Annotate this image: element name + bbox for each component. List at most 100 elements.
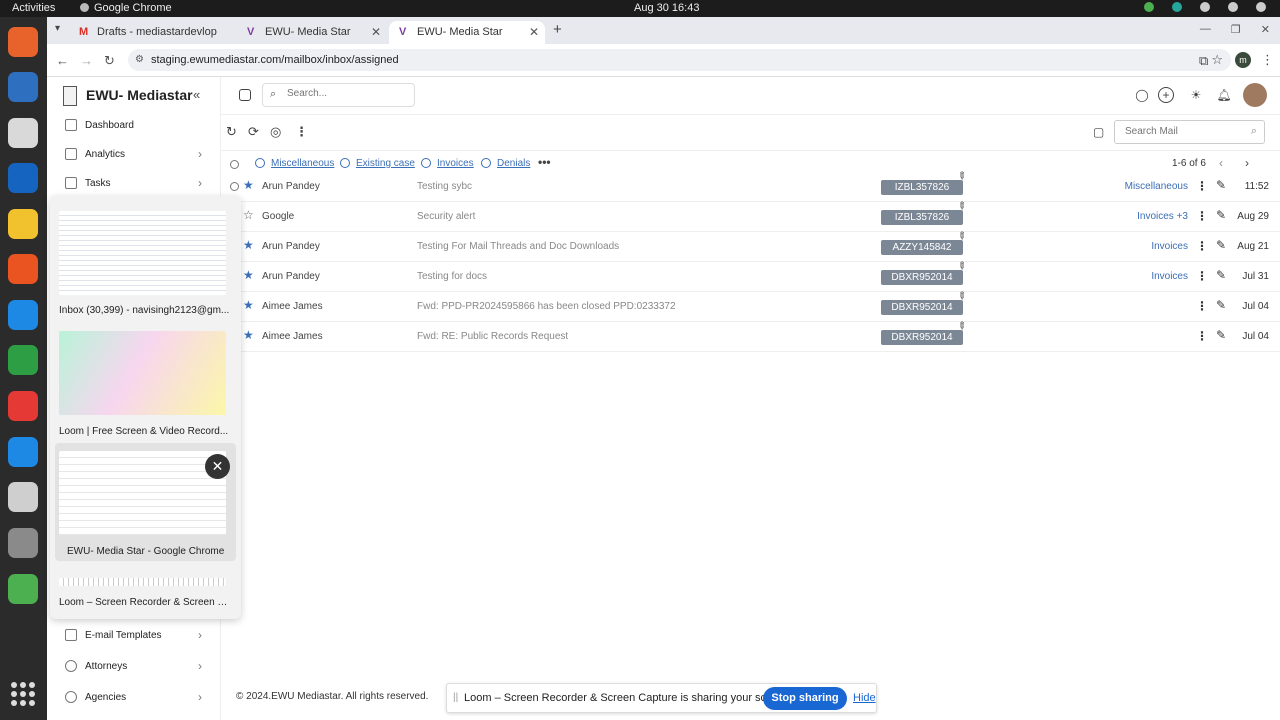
close-window-icon[interactable]: ✕ <box>205 454 230 479</box>
system-tray[interactable] <box>1144 2 1266 12</box>
case-tag[interactable]: DBXR952014 <box>881 300 963 315</box>
prev-page-icon[interactable]: ‹ <box>1219 156 1223 170</box>
site-info-icon[interactable]: ⚙ <box>135 54 144 65</box>
bookmark-star-icon[interactable]: ☆ <box>1211 52 1223 68</box>
row-menu-icon[interactable]: ⋮ <box>1196 299 1208 313</box>
tab-ewu-2[interactable]: V EWU- Media Star ✕ <box>389 21 545 44</box>
row-menu-icon[interactable]: ⋮ <box>1196 329 1208 343</box>
stop-sharing-button[interactable]: Stop sharing <box>763 687 847 710</box>
thunderbird-icon[interactable] <box>8 72 38 102</box>
firefox-icon[interactable] <box>8 27 38 57</box>
edit-icon[interactable]: ✎ <box>1216 328 1226 342</box>
chrome-dock-icon[interactable] <box>8 391 38 421</box>
star-icon[interactable]: ★ <box>243 328 254 342</box>
row-menu-icon[interactable]: ⋮ <box>1196 269 1208 283</box>
collapse-sidebar-icon[interactable]: « <box>193 87 200 102</box>
category-label[interactable]: Miscellaneous <box>1125 181 1188 192</box>
comment-icon[interactable]: ▢ <box>1093 125 1104 139</box>
chat-icon[interactable]: ◯ <box>1134 87 1150 103</box>
star-icon[interactable]: ★ <box>243 178 254 192</box>
category-label[interactable]: Invoices <box>1151 241 1188 252</box>
profile-avatar[interactable]: m <box>1235 52 1251 68</box>
category-label[interactable]: Invoices <box>1151 271 1188 282</box>
user-avatar[interactable] <box>1243 83 1267 107</box>
edit-icon[interactable]: ✎ <box>1216 208 1226 222</box>
notification-bell-icon[interactable]: 🔔︎ <box>1216 87 1232 103</box>
row-menu-icon[interactable]: ⋮ <box>1196 209 1208 223</box>
close-tab-icon[interactable]: ✕ <box>529 25 539 39</box>
email-row[interactable]: ★ Arun Pandey Testing for docs DBXR95201… <box>221 260 1280 292</box>
email-row[interactable]: ★ Aimee James Fwd: RE: Public Records Re… <box>221 320 1280 352</box>
row-menu-icon[interactable]: ⋮ <box>1196 239 1208 253</box>
tab-ewu-1[interactable]: V EWU- Media Star ✕ <box>237 21 387 44</box>
filter-invoices[interactable]: Invoices <box>421 158 474 169</box>
activities-button[interactable]: Activities <box>12 2 55 14</box>
search-input[interactable] <box>287 88 407 99</box>
case-tag[interactable]: IZBL357826 <box>881 210 963 225</box>
drag-handle-icon[interactable]: || <box>453 692 458 703</box>
more-options-icon[interactable]: ⋮ <box>295 124 308 140</box>
email-row[interactable]: ★ Arun Pandey Testing For Mail Threads a… <box>221 230 1280 262</box>
tab-search-icon[interactable]: ▾ <box>55 23 60 34</box>
switcher-window-loom[interactable]: Loom | Free Screen & Video Record... <box>55 326 236 439</box>
case-tag[interactable]: AZZY145842 <box>881 240 963 255</box>
email-row[interactable]: ☆ Google Security alert IZBL357826 ✎ Inv… <box>221 200 1280 232</box>
refresh-icon[interactable]: ↻ <box>226 124 237 140</box>
row-menu-icon[interactable]: ⋮ <box>1196 179 1208 193</box>
search-mail-input[interactable] <box>1125 126 1240 137</box>
search-mail[interactable]: ⌕ <box>1114 120 1265 144</box>
next-page-icon[interactable]: › <box>1245 156 1249 170</box>
minimize-icon[interactable]: — <box>1200 23 1211 36</box>
case-tag[interactable]: DBXR952014 <box>881 330 963 345</box>
switcher-window-inbox[interactable]: Inbox (30,399) - navisingh2123@gm... <box>55 206 236 319</box>
close-window-icon[interactable]: ✕ <box>1261 23 1270 36</box>
star-icon[interactable]: ★ <box>243 238 254 252</box>
edit-icon[interactable]: ✎ <box>1216 178 1226 192</box>
edit-icon[interactable]: ✎ <box>1216 298 1226 312</box>
forward-icon[interactable]: → <box>80 53 93 68</box>
maximize-icon[interactable]: ❐ <box>1231 23 1241 36</box>
rhythmbox-icon[interactable] <box>8 209 38 239</box>
help-icon[interactable] <box>8 300 38 330</box>
sidebar-item-attorneys[interactable]: Attorneys › <box>63 655 205 679</box>
sidebar-item-analytics[interactable]: Analytics › <box>63 143 205 167</box>
calc-icon[interactable] <box>8 345 38 375</box>
reload-icon[interactable]: ↻ <box>104 53 115 69</box>
screenshot-icon[interactable] <box>8 482 38 512</box>
switcher-window-ewu[interactable]: ✕ EWU- Media Star - Google Chrome <box>55 443 236 561</box>
ssd-drive-icon[interactable] <box>8 528 38 558</box>
case-tag[interactable]: DBXR952014 <box>881 270 963 285</box>
settings-icon[interactable]: ◎ <box>270 124 281 140</box>
more-filters-icon[interactable]: ••• <box>538 155 551 169</box>
add-icon[interactable]: + <box>1158 87 1174 103</box>
writer-icon[interactable] <box>8 163 38 193</box>
row-checkbox[interactable] <box>230 182 239 191</box>
select-all-checkbox[interactable] <box>230 160 239 169</box>
email-row[interactable]: ★ Aimee James Fwd: PPD-PR2024595866 has … <box>221 290 1280 322</box>
filter-miscellaneous[interactable]: Miscellaneous <box>255 158 334 169</box>
edit-icon[interactable]: ✎ <box>1216 238 1226 252</box>
files-icon[interactable] <box>8 118 38 148</box>
email-row[interactable]: ★ Arun Pandey Testing sybc IZBL357826 ✎ … <box>221 170 1280 202</box>
back-icon[interactable]: ← <box>56 53 69 68</box>
sync-icon[interactable]: ⟳ <box>248 124 259 140</box>
hide-share-bar-link[interactable]: Hide <box>853 692 876 704</box>
extensions-icon[interactable]: ⧉ <box>1199 53 1208 69</box>
filter-denials[interactable]: Denials <box>481 158 530 169</box>
theme-sun-icon[interactable]: ☀ <box>1188 87 1204 103</box>
switcher-window-loom-recorder[interactable]: Loom – Screen Recorder & Screen C... <box>55 576 236 612</box>
filter-existing-case[interactable]: Existing case <box>340 158 415 169</box>
sidebar-item-email-templates[interactable]: E-mail Templates › <box>63 624 205 648</box>
show-apps-icon[interactable] <box>11 682 35 706</box>
clock[interactable]: Aug 30 16:43 <box>634 2 699 14</box>
app-center-icon[interactable] <box>8 254 38 284</box>
close-tab-icon[interactable]: ✕ <box>371 25 381 39</box>
app-menu[interactable]: Google Chrome <box>80 2 172 14</box>
case-tag[interactable]: IZBL357826 <box>881 180 963 195</box>
star-outline-icon[interactable]: ☆ <box>243 208 254 222</box>
sidebar-item-agencies[interactable]: Agencies › <box>63 686 205 710</box>
star-icon[interactable]: ★ <box>243 268 254 282</box>
omnibox[interactable]: ⚙ staging.ewumediastar.com/mailbox/inbox… <box>128 49 1231 71</box>
edit-icon[interactable]: ✎ <box>1216 268 1226 282</box>
sidebar-item-tasks[interactable]: Tasks › <box>63 172 205 196</box>
